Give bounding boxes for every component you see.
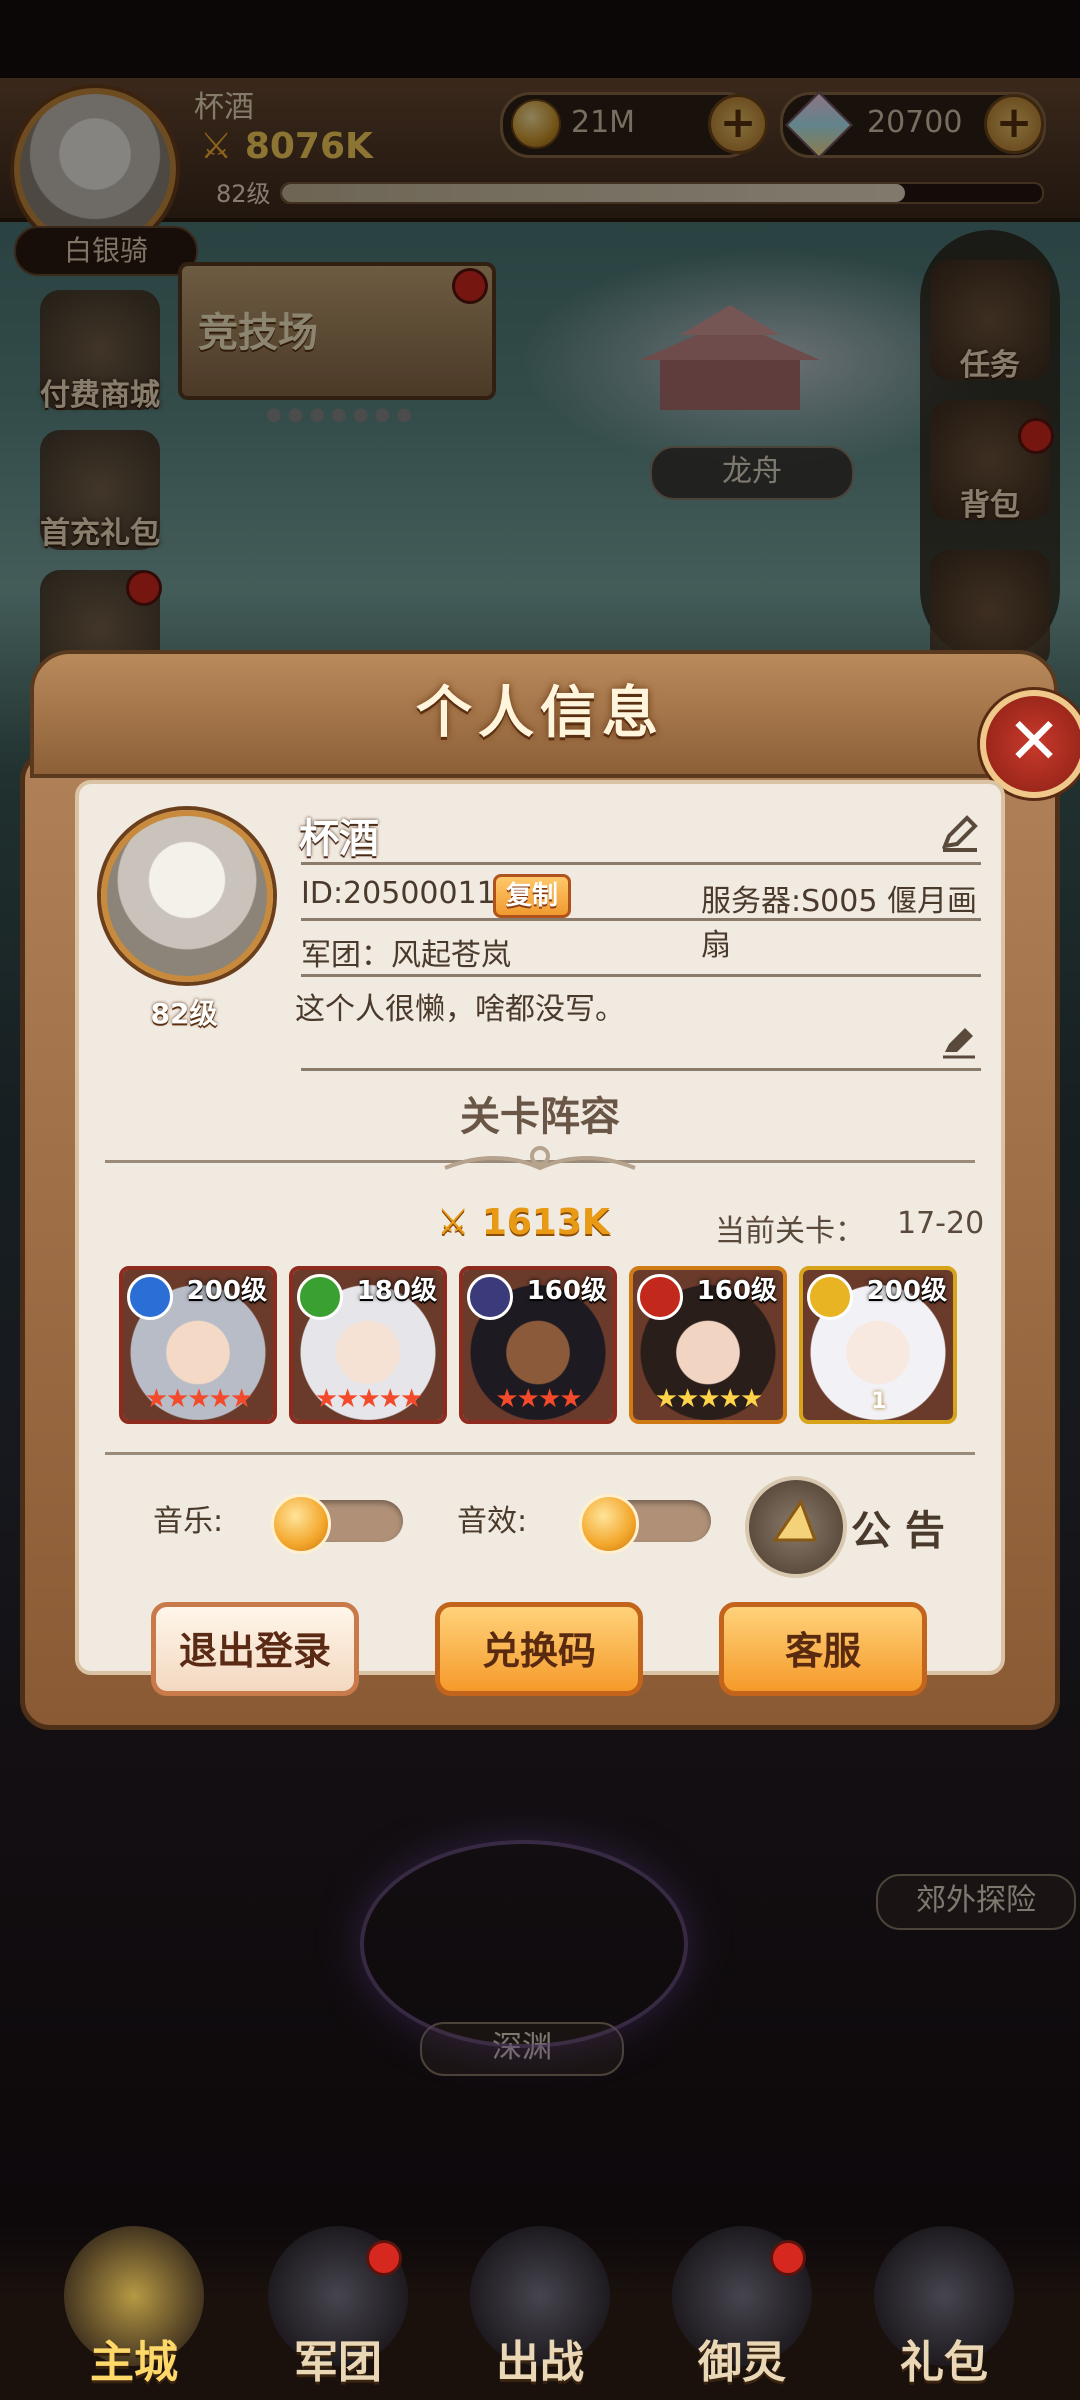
- copy-id-button[interactable]: 复制: [493, 874, 572, 918]
- divider: [301, 974, 981, 977]
- sfx-toggle-knob: [579, 1494, 639, 1554]
- hero-stars: ★★★★★: [654, 1384, 764, 1414]
- current-stage-label: 当前关卡：: [715, 1214, 865, 1249]
- hero-level: 160级: [526, 1276, 607, 1306]
- logout-button[interactable]: 退出登录: [151, 1602, 359, 1696]
- current-stage-value: 17-20: [897, 1206, 985, 1241]
- hero-card[interactable]: 160级 ★★★★★: [629, 1266, 787, 1424]
- nav-label-guild: 军团: [294, 2337, 382, 2388]
- profile-name: 杯酒: [299, 816, 379, 862]
- nav-label-spirits: 御灵: [698, 2337, 786, 2388]
- notice-button[interactable]: [745, 1476, 847, 1578]
- nav-battle[interactable]: 出战: [460, 2226, 620, 2388]
- notice-label[interactable]: 公 告: [851, 1498, 945, 1556]
- light-element-icon: [807, 1274, 853, 1320]
- hero-card[interactable]: 200级 ★★★★★: [119, 1266, 277, 1424]
- profile-level: 82级: [150, 997, 218, 1030]
- notification-dot: [366, 2240, 402, 2276]
- nav-gift[interactable]: 礼包: [864, 2226, 1024, 2388]
- hero-card[interactable]: 180级 ★★★★★: [289, 1266, 447, 1424]
- hero-card[interactable]: 160级 ★★★★: [459, 1266, 617, 1424]
- crossed-swords-icon: ⚔: [437, 1202, 470, 1243]
- edit-signature-icon[interactable]: [941, 1024, 977, 1060]
- nav-guild[interactable]: 军团: [258, 2226, 418, 2388]
- megaphone-icon: [772, 1498, 818, 1542]
- dark-element-icon: [467, 1274, 513, 1320]
- sfx-toggle[interactable]: [579, 1494, 711, 1554]
- dialog-title: 个人信息: [416, 681, 664, 746]
- music-label: 音乐:: [153, 1504, 224, 1539]
- edit-name-icon[interactable]: [939, 812, 981, 854]
- fire-element-icon: [637, 1274, 683, 1320]
- awaken-badge: 1: [871, 1389, 886, 1414]
- profile-avatar[interactable]: [101, 810, 273, 982]
- divider: [301, 918, 981, 921]
- divider: [105, 1452, 975, 1455]
- hero-stars: ★★★★★: [144, 1384, 254, 1414]
- hero-level: 180级: [356, 1276, 437, 1306]
- dialog-content: 82级 杯酒 ID:20500011 复制 服务器:S005 偃月画扇 军团：风…: [75, 780, 1005, 1696]
- lineup-power-value: 1613K: [481, 1202, 610, 1243]
- nav-main-city[interactable]: 主城: [54, 2226, 214, 2388]
- divider: [301, 862, 981, 865]
- customer-service-button[interactable]: 客服: [719, 1602, 927, 1696]
- personal-info-dialog: 个人信息 ✕ 82级 杯酒 ID:20500011 复制 服务器:S005 偃月…: [20, 650, 1080, 1730]
- profile-guild: 军团：风起苍岚: [301, 938, 511, 973]
- sfx-label: 音效:: [457, 1504, 528, 1539]
- bottom-nav: 主城 军团 出战 御灵 礼包: [0, 2226, 1080, 2400]
- nav-spirits[interactable]: 御灵: [662, 2226, 822, 2388]
- hero-stars: ★★★★: [495, 1384, 582, 1414]
- music-toggle[interactable]: [271, 1494, 403, 1554]
- nav-label-main-city: 主城: [90, 2337, 178, 2388]
- lineup-heading: 关卡阵容: [460, 1094, 620, 1140]
- divider: [301, 1068, 981, 1071]
- profile-id: ID:20500011: [301, 876, 496, 911]
- redeem-code-button[interactable]: 兑换码: [435, 1602, 643, 1696]
- water-element-icon: [127, 1274, 173, 1320]
- hero-level: 200级: [186, 1276, 267, 1306]
- hero-stars: ★★★★★: [314, 1384, 424, 1414]
- lineup-power: ⚔ 1613K: [437, 1202, 610, 1243]
- hero-level: 160级: [696, 1276, 777, 1306]
- hero-lineup-row: 200级 ★★★★★ 180级 ★★★★★ 160级 ★★★★ 160级 ★★★★★ 200级 1: [119, 1266, 969, 1430]
- hero-card[interactable]: 200级 1: [799, 1266, 957, 1424]
- ornament-icon: [444, 1146, 636, 1171]
- wind-element-icon: [297, 1274, 343, 1320]
- hero-level: 200级: [866, 1276, 947, 1306]
- nav-label-battle: 出战: [496, 2337, 584, 2388]
- nav-label-gift: 礼包: [900, 2337, 988, 2388]
- notification-dot: [770, 2240, 806, 2276]
- profile-signature: 这个人很懒，啥都没写。: [295, 992, 625, 1027]
- music-toggle-knob: [271, 1494, 331, 1554]
